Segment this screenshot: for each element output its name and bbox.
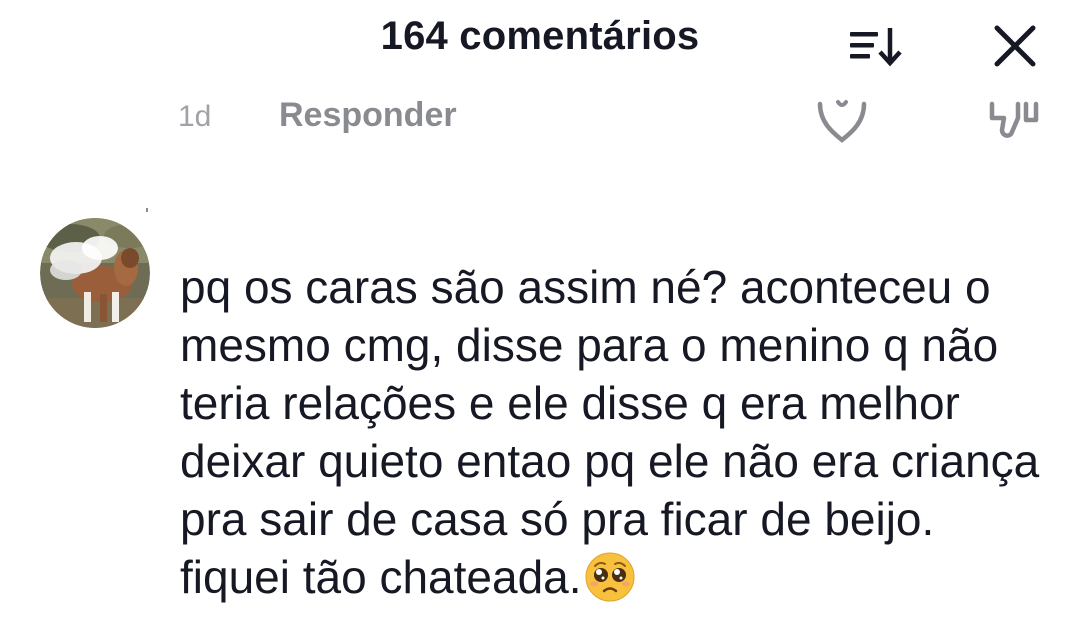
dislike-button[interactable] — [982, 96, 1046, 146]
close-button[interactable] — [990, 22, 1040, 70]
pleading-face-emoji — [584, 551, 636, 603]
comments-header: 164 comentários — [0, 0, 1080, 86]
comment-timestamp: 1d — [178, 100, 212, 133]
previous-comment-meta: 1d Responder — [0, 96, 1080, 152]
close-icon — [994, 25, 1036, 67]
divider-mark — [146, 208, 148, 212]
heart-outline-icon — [817, 100, 867, 143]
sort-button[interactable] — [846, 22, 906, 70]
pony-avatar-image — [40, 218, 150, 328]
thumbs-down-icon — [989, 101, 1039, 138]
user-avatar[interactable] — [40, 218, 150, 328]
reply-button[interactable]: Responder — [279, 96, 457, 135]
comment-body: pq os caras são assim né? aconteceu o me… — [180, 258, 1050, 606]
like-button[interactable] — [812, 96, 872, 146]
sort-descending-icon — [850, 28, 902, 67]
comment-count-title: 164 comentários — [380, 14, 700, 58]
